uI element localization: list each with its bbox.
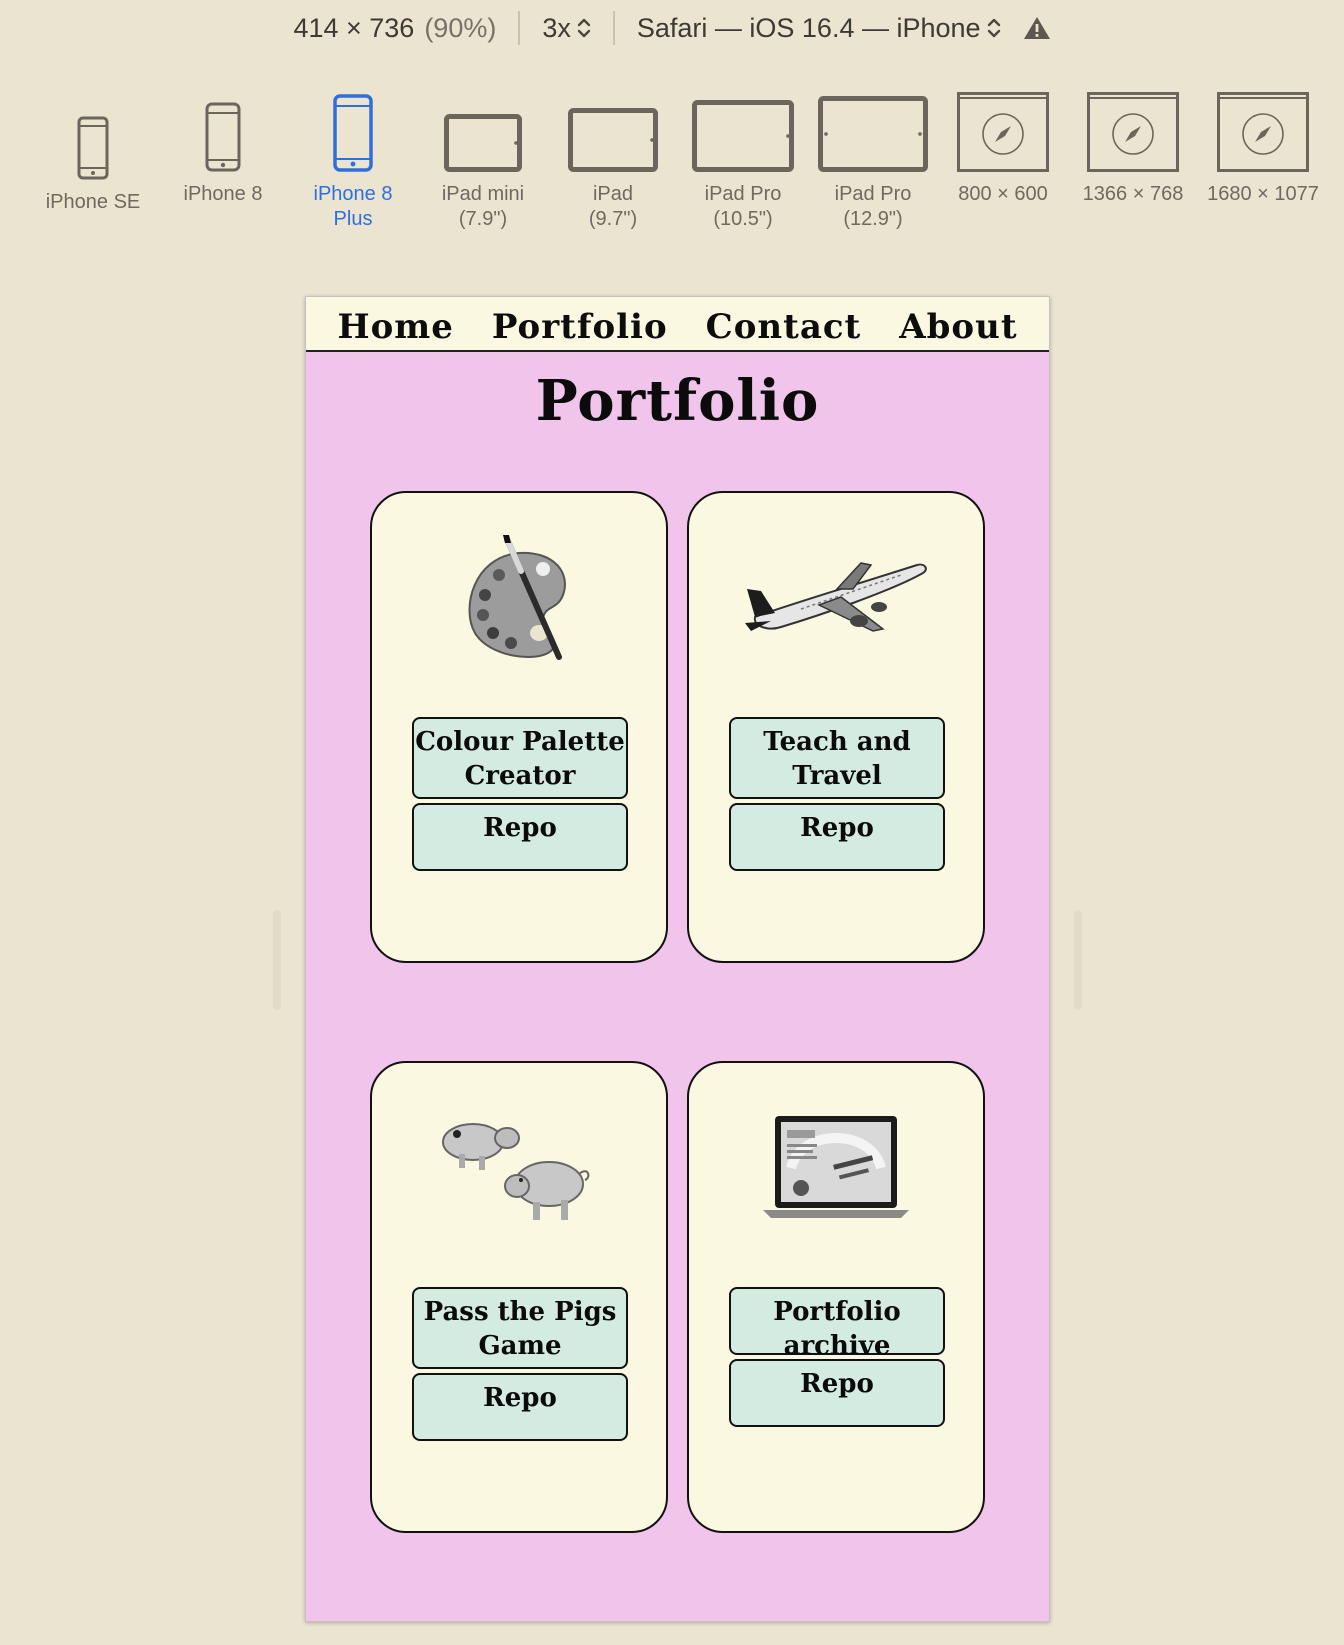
tablet-icon [818,96,928,172]
device-label: iPad Pro (10.5") [704,183,782,230]
device-label: 800 × 600 [958,183,1048,205]
user-agent-select[interactable]: Safari — iOS 16.4 — iPhone [637,13,1001,44]
nav-about[interactable]: About [899,307,1017,347]
device-label: iPhone SE [45,191,141,213]
safari-compass-icon [957,92,1049,172]
device-800x600[interactable]: 800 × 600 [938,88,1068,207]
repo-button[interactable]: Repo [412,1373,628,1441]
device-label: 1366 × 768 [1082,183,1184,205]
phone-icon [333,94,373,172]
repo-button[interactable]: Repo [412,803,628,871]
tablet-icon [568,108,658,172]
pixel-ratio-select[interactable]: 3x [542,13,591,44]
phone-icon [205,102,241,172]
right-resize-handle[interactable] [1074,910,1082,1010]
toolbar-divider [518,11,521,45]
user-agent-value: Safari — iOS 16.4 — iPhone [636,12,981,43]
nav-contact[interactable]: Contact [706,307,862,347]
warning-icon[interactable] [1023,15,1051,41]
project-title-button[interactable]: Colour Palette Creator [412,717,628,799]
project-title: Colour Palette Creator [415,727,625,791]
project-title: Teach and Travel [763,727,911,791]
device-iphone-8[interactable]: iPhone 8 [158,88,288,207]
paint-palette-icon [468,535,566,660]
device-iphone-8-plus[interactable]: iPhone 8 Plus [288,88,418,232]
project-title-button[interactable]: Pass the Pigs Game [412,1287,628,1369]
left-resize-handle[interactable] [273,910,281,1010]
project-card: Colour Palette Creator Repo [370,491,668,963]
viewport-dimensions: 414 × 736 (90%) [293,13,496,44]
device-ipad[interactable]: iPad (9.7") [548,88,678,232]
device-label: iPad (9.7") [588,183,638,230]
repo-button[interactable]: Repo [729,803,945,871]
project-card: Pass the Pigs Game Repo [370,1061,668,1533]
device-label: iPhone 8 Plus [313,183,393,230]
device-1680x1077[interactable]: 1680 × 1077 [1198,88,1328,207]
dimensions-text: 414 × 736 [293,12,415,43]
tablet-icon [444,114,522,172]
project-card: Portfolio archive Repo [687,1061,985,1533]
nav-home[interactable]: Home [337,307,453,347]
chevron-updown-icon [987,18,1000,38]
toolbar-divider [612,11,615,45]
pixel-ratio-value: 3x [542,12,571,43]
device-iphone-se[interactable]: iPhone SE [28,88,158,215]
device-ipad-pro-12-9[interactable]: iPad Pro (12.9") [808,88,938,232]
device-ipad-pro-10-5[interactable]: iPad Pro (10.5") [678,88,808,232]
laptop-icon [763,1116,909,1218]
phone-icon [77,116,109,180]
project-card: Teach and Travel Repo [687,491,985,963]
device-1366x768[interactable]: 1366 × 768 [1068,88,1198,207]
site-nav: Home Portfolio Contact About [306,297,1049,352]
safari-compass-icon [1087,92,1179,172]
simulated-viewport: Home Portfolio Contact About Portfolio C… [305,296,1050,1622]
chevron-updown-icon [577,18,591,38]
nav-portfolio[interactable]: Portfolio [492,307,668,347]
device-presets: iPhone SE iPhone 8 iPhone 8 Plus iPad mi… [28,88,1328,238]
device-label: iPad Pro (12.9") [834,183,912,230]
pigs-icon [442,1123,590,1220]
airplane-icon [745,562,927,632]
repo-button[interactable]: Repo [729,1359,945,1427]
device-label: 1680 × 1077 [1207,183,1319,205]
zoom-text: (90%) [424,12,497,43]
device-label: iPad mini (7.9") [441,183,525,230]
project-title: Portfolio archive [773,1297,901,1361]
responsive-toolbar: 414 × 736 (90%) 3x Safari — iOS 16.4 — i… [0,0,1344,56]
project-title-button[interactable]: Portfolio archive [729,1287,945,1361]
project-title-button[interactable]: Teach and Travel [729,717,945,799]
project-title: Pass the Pigs Game [423,1297,617,1361]
device-ipad-mini[interactable]: iPad mini (7.9") [418,88,548,232]
device-label: iPhone 8 [183,183,263,205]
safari-compass-icon [1217,92,1309,172]
page-title: Portfolio [535,368,820,434]
tablet-icon [692,100,794,172]
